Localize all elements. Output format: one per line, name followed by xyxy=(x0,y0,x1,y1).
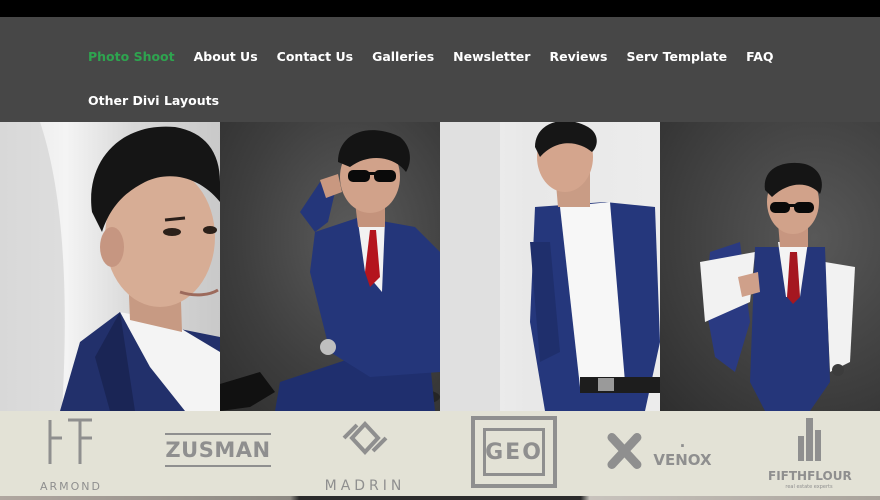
logo-geo: GEO xyxy=(471,416,557,488)
logo-madrin-label: MADRIN xyxy=(324,478,406,494)
nav-item-about-us[interactable]: About Us xyxy=(194,49,258,64)
gallery-photo-4[interactable] xyxy=(660,122,880,411)
logo-armond-label: ARMOND xyxy=(39,480,102,493)
fifthflour-building-icon xyxy=(798,418,821,461)
photo-gallery xyxy=(0,122,880,411)
zusman-frame: ZUSMAN xyxy=(165,433,271,467)
armond-mark-icon xyxy=(48,418,92,464)
nav-row-primary: Photo Shoot About Us Contact Us Gallerie… xyxy=(88,49,774,64)
logo-fifthflour: FIFTHFLOUR real estate experts xyxy=(768,416,852,494)
geo-frame: GEO xyxy=(471,416,557,488)
nav-item-photo-shoot[interactable]: Photo Shoot xyxy=(88,49,175,64)
venox-x-icon xyxy=(607,433,642,469)
logo-geo-label: GEO xyxy=(485,439,543,465)
client-logos: ARMOND ZUSMAN MADRIN GEO . VENOX FIFTHFL… xyxy=(0,411,880,496)
seated-sunglasses-photo xyxy=(220,130,440,411)
nav-item-other-divi-layouts[interactable]: Other Divi Layouts xyxy=(88,93,219,108)
nav-item-serv-template[interactable]: Serv Template xyxy=(626,49,727,64)
gallery-photo-3[interactable] xyxy=(440,122,660,411)
jacket-over-shoulder-photo xyxy=(700,162,855,411)
logo-zusman: ZUSMAN xyxy=(165,433,271,469)
logo-madrin: MADRIN xyxy=(320,416,410,494)
logo-venox: . VENOX xyxy=(606,429,716,473)
portrait-closeup-photo xyxy=(0,122,220,411)
bottom-image-strip xyxy=(0,496,880,500)
logo-fifthflour-tagline: real estate experts xyxy=(785,484,833,490)
madrin-mark-icon xyxy=(342,421,388,455)
nav-item-faq[interactable]: FAQ xyxy=(746,49,773,64)
nav-item-newsletter[interactable]: Newsletter xyxy=(453,49,530,64)
logo-armond: ARMOND xyxy=(30,416,112,494)
main-navigation: Photo Shoot About Us Contact Us Gallerie… xyxy=(0,17,880,122)
logo-fifthflour-label: FIFTHFLOUR xyxy=(768,469,852,483)
geo-inner-frame: GEO xyxy=(483,428,545,476)
leaning-wall-photo xyxy=(440,122,660,411)
logo-venox-label: . VENOX xyxy=(653,433,712,469)
logo-zusman-label: ZUSMAN xyxy=(165,438,271,462)
gallery-photo-2[interactable] xyxy=(220,122,440,411)
nav-item-reviews[interactable]: Reviews xyxy=(549,49,607,64)
nav-row-secondary: Other Divi Layouts xyxy=(88,93,219,108)
gallery-photo-1[interactable] xyxy=(0,122,220,411)
nav-item-galleries[interactable]: Galleries xyxy=(372,49,434,64)
nav-item-contact-us[interactable]: Contact Us xyxy=(277,49,353,64)
top-bar xyxy=(0,0,880,17)
